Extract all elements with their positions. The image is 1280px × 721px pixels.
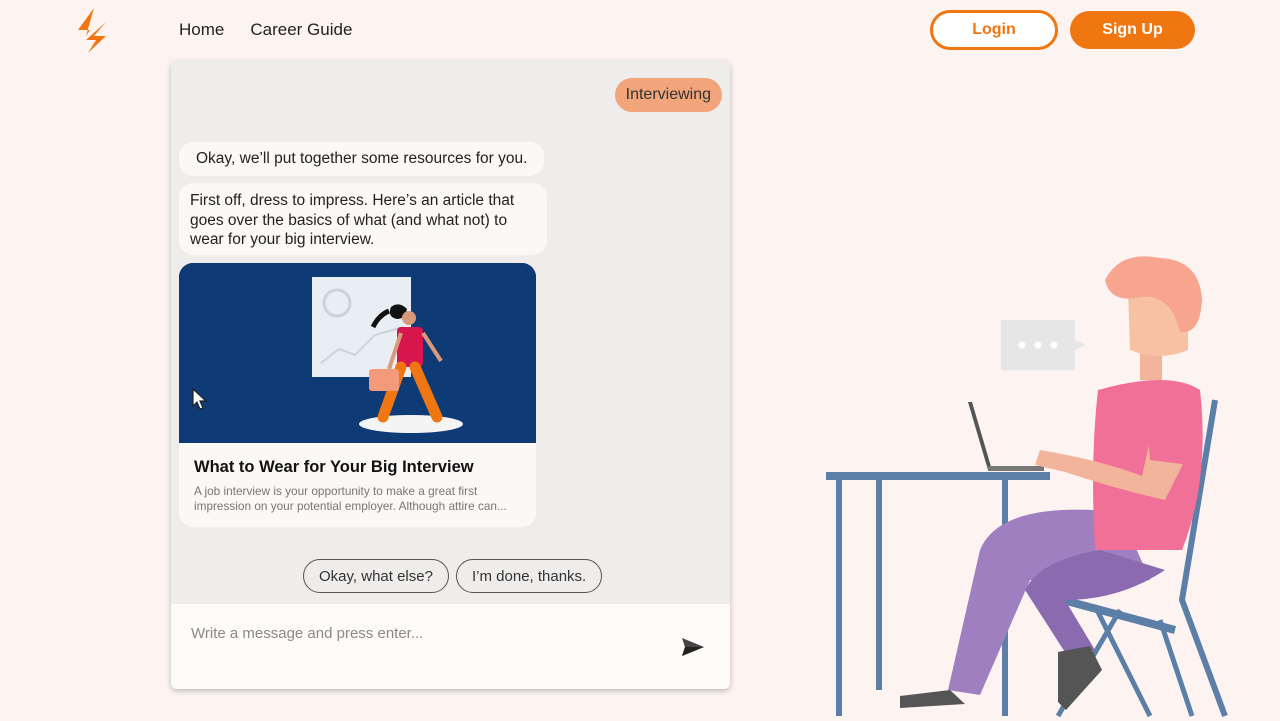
message-input-bar [171,604,730,689]
quick-reply-what-else[interactable]: Okay, what else? [303,559,449,593]
article-title[interactable]: What to Wear for Your Big Interview [194,458,474,477]
lightning-bolt-icon[interactable] [72,6,120,54]
sign-up-button[interactable]: Sign Up [1070,11,1195,49]
user-message-bubble: Interviewing [614,78,722,112]
message-input[interactable] [191,618,671,648]
main-nav: Home Career Guide [179,20,352,40]
article-image [179,263,536,443]
article-description: A job interview is your opportunity to m… [194,484,507,513]
person-at-desk-illustration [826,256,1228,718]
nav-home-link[interactable]: Home [179,20,224,40]
send-icon[interactable] [681,637,705,657]
article-card[interactable]: What to Wear for Your Big Interview A jo… [179,263,536,527]
nav-career-guide-link[interactable]: Career Guide [250,20,352,40]
quick-reply-done[interactable]: I’m done, thanks. [456,559,603,593]
mouse-cursor-icon [192,388,208,410]
bot-message-bubble: Okay, we’ll put together some resources … [179,142,545,176]
bot-message-bubble: First off, dress to impress. Here’s an a… [179,183,547,255]
login-button[interactable]: Login [930,10,1058,50]
chat-panel: Interviewing Okay, we’ll put together so… [171,61,730,689]
